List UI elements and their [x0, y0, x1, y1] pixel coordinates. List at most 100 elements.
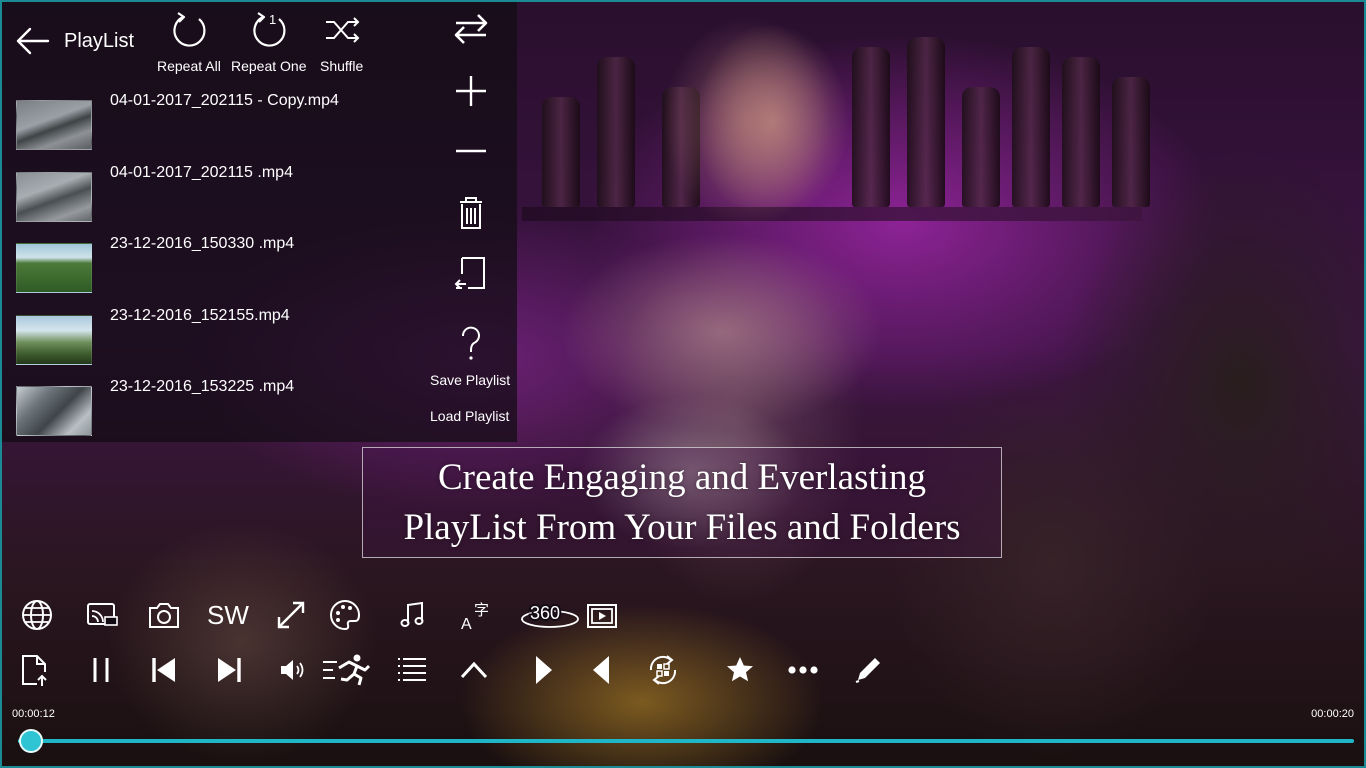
- playlist-item[interactable]: 23-12-2016_150330 .mp4: [14, 235, 414, 307]
- delete-button[interactable]: [450, 192, 492, 234]
- speed-icon: [323, 654, 371, 686]
- svg-text:A: A: [461, 616, 472, 633]
- pause-icon: [93, 658, 109, 682]
- repeat-all-icon: [173, 12, 206, 47]
- total-time: 00:00:20: [1311, 708, 1354, 720]
- seek-bar[interactable]: [18, 739, 1354, 743]
- audio-track-button[interactable]: [390, 593, 434, 637]
- 360-view-icon: 360: [521, 601, 579, 628]
- subtitle-icon: A 字: [461, 601, 489, 633]
- playlist-item-name: 04-01-2017_202115 - Copy.mp4: [110, 92, 339, 109]
- svg-text:1: 1: [269, 12, 276, 27]
- expand-controls-button[interactable]: [452, 648, 496, 692]
- playlist-item[interactable]: 04-01-2017_202115 - Copy.mp4: [14, 92, 414, 164]
- previous-button[interactable]: [142, 648, 186, 692]
- music-note-icon: [400, 601, 424, 627]
- more-icon: [788, 666, 818, 674]
- save-playlist-button[interactable]: Save Playlist: [430, 372, 510, 388]
- screenshot-button[interactable]: [142, 593, 186, 637]
- step-back-icon: [593, 656, 609, 684]
- swap-button[interactable]: [450, 8, 492, 50]
- repeat-one-button[interactable]: 1 Repeat One: [231, 10, 307, 74]
- subtitle-button[interactable]: A 字: [452, 593, 496, 637]
- back-arrow-icon: [16, 27, 50, 55]
- repeat-one-label: Repeat One: [231, 58, 307, 74]
- video-thumbnail: [16, 171, 92, 222]
- edit-button[interactable]: [846, 648, 890, 692]
- sw-decoder-button[interactable]: SW: [206, 593, 250, 637]
- panel-title: PlayList: [64, 29, 135, 52]
- playlist-button[interactable]: [390, 648, 434, 692]
- caption-line-2: PlayList From Your Files and Folders: [403, 506, 961, 548]
- svg-text:360: 360: [530, 603, 560, 623]
- camera-icon: [149, 603, 179, 628]
- theme-button[interactable]: [323, 593, 367, 637]
- playlist-item-name: 23-12-2016_153225 .mp4: [110, 378, 295, 395]
- globe-icon: [22, 600, 52, 630]
- fullscreen-button[interactable]: [269, 593, 313, 637]
- playlist-panel: PlayList Repeat All 1 Repeat One Shuffle…: [2, 2, 517, 442]
- sw-text-icon: SW: [207, 599, 249, 630]
- volume-button[interactable]: [269, 648, 313, 692]
- shuffle-icon: [325, 17, 360, 43]
- swap-icon: [454, 14, 488, 44]
- video-thumbnail: [16, 386, 92, 436]
- load-playlist-button[interactable]: Load Playlist: [430, 408, 509, 424]
- repeat-all-button[interactable]: Repeat All: [157, 10, 221, 74]
- step-back-button[interactable]: [580, 648, 624, 692]
- help-icon: [461, 326, 480, 360]
- current-time: 00:00:12: [12, 708, 55, 720]
- open-file-icon: [22, 655, 47, 686]
- playlist-item[interactable]: 23-12-2016_152155.mp4: [14, 307, 414, 379]
- repeat-ab-button[interactable]: [641, 648, 685, 692]
- step-forward-button[interactable]: [521, 648, 565, 692]
- picture-in-picture-icon: [587, 604, 617, 628]
- video-thumbnail: [16, 314, 92, 365]
- playlist-item[interactable]: 04-01-2017_202115 .mp4: [14, 164, 414, 236]
- playlist-item-name: 23-12-2016_150330 .mp4: [110, 235, 295, 252]
- remove-button[interactable]: [450, 130, 492, 172]
- repeat-one-icon: 1: [253, 12, 286, 47]
- promo-caption: Create Engaging and Everlasting PlayList…: [362, 447, 1002, 558]
- add-button[interactable]: [450, 70, 492, 112]
- playlist-item[interactable]: 23-12-2016_153225 .mp4: [14, 378, 414, 450]
- cast-button[interactable]: [79, 593, 123, 637]
- previous-icon: [152, 658, 175, 682]
- video-thumbnail: [16, 100, 92, 150]
- favorite-button[interactable]: [718, 648, 762, 692]
- shuffle-button[interactable]: Shuffle: [320, 10, 363, 74]
- 360-view-button[interactable]: 360: [520, 593, 580, 637]
- star-icon: [727, 657, 753, 682]
- edit-icon: [855, 658, 880, 683]
- playback-speed-button[interactable]: [321, 648, 371, 692]
- palette-icon: [330, 599, 361, 631]
- delete-icon: [460, 197, 482, 229]
- help-button[interactable]: [450, 322, 492, 364]
- playlist-icon: [398, 658, 426, 681]
- globe-button[interactable]: [15, 593, 59, 637]
- add-icon: [456, 76, 486, 106]
- repeat-all-label: Repeat All: [157, 58, 221, 74]
- step-forward-icon: [536, 656, 552, 684]
- playlist-item-name: 04-01-2017_202115 .mp4: [110, 163, 293, 181]
- video-thumbnail: [16, 243, 92, 293]
- repeat-ab-icon: [649, 655, 677, 685]
- export-button[interactable]: [450, 252, 492, 294]
- shuffle-label: Shuffle: [320, 58, 364, 74]
- fullscreen-icon: [277, 601, 305, 629]
- caption-line-1: Create Engaging and Everlasting: [437, 456, 927, 498]
- pause-button[interactable]: [79, 648, 123, 692]
- remove-icon: [456, 149, 486, 153]
- playlist-list: 04-01-2017_202115 - Copy.mp4 04-01-2017_…: [14, 92, 414, 450]
- playlist-item-name: 23-12-2016_152155.mp4: [110, 306, 290, 324]
- volume-icon: [281, 660, 304, 680]
- chevron-up-icon: [460, 661, 488, 679]
- pip-button[interactable]: [580, 593, 624, 637]
- svg-text:字: 字: [474, 601, 489, 619]
- next-button[interactable]: [207, 648, 251, 692]
- more-button[interactable]: [781, 648, 825, 692]
- export-icon: [454, 257, 485, 289]
- back-button[interactable]: PlayList: [14, 26, 134, 56]
- open-file-button[interactable]: [13, 648, 57, 692]
- next-icon: [218, 658, 241, 682]
